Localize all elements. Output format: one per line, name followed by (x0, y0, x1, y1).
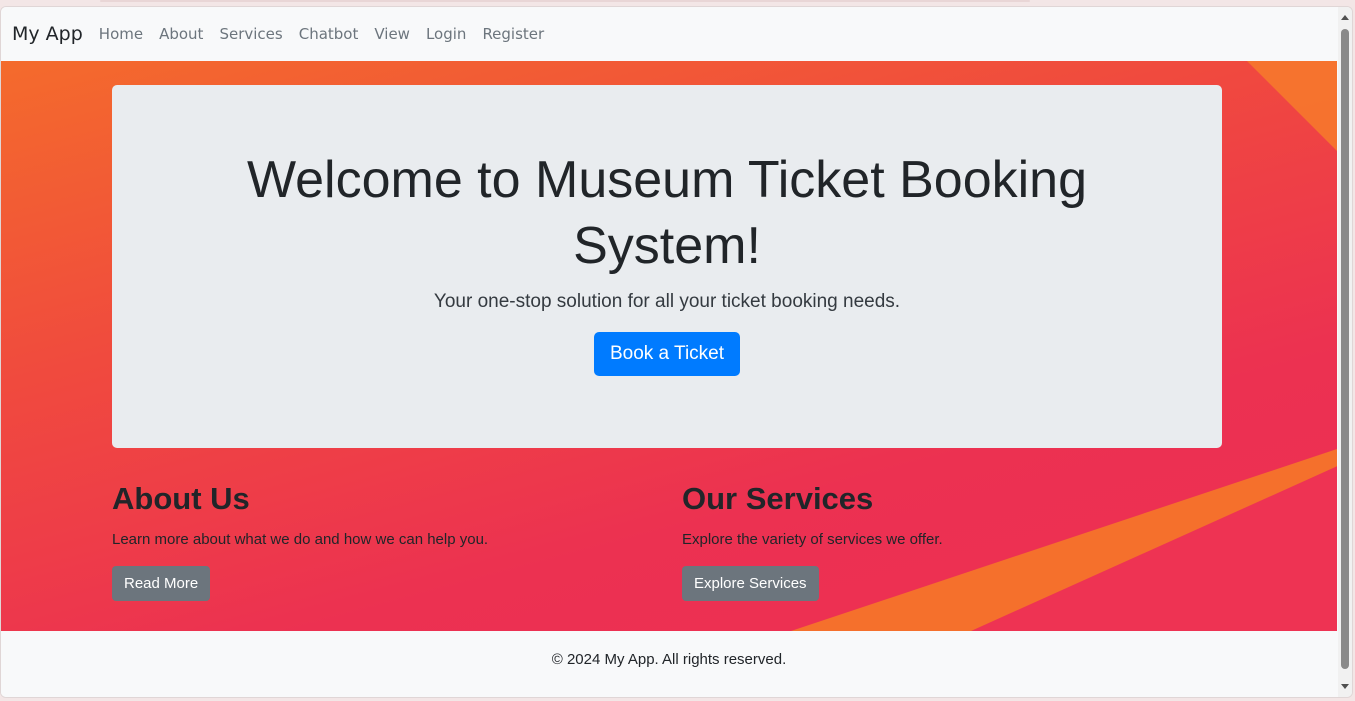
scroll-up-arrow-icon[interactable] (1341, 15, 1349, 20)
browser-top-strip (100, 0, 1030, 2)
read-more-button[interactable]: Read More (112, 566, 211, 601)
nav-link-login[interactable]: Login (426, 25, 466, 43)
page-subtitle: Your one-stop solution for all your tick… (433, 291, 901, 312)
scroll-down-arrow-icon[interactable] (1341, 684, 1349, 689)
hero-section: Welcome to Museum Ticket Booking System!… (1, 61, 1337, 631)
scrollbar-thumb[interactable] (1341, 29, 1349, 669)
nav-link-view[interactable]: View (374, 25, 410, 43)
vertical-scrollbar[interactable] (1338, 7, 1352, 697)
about-section: About Us Learn more about what we do and… (112, 481, 652, 601)
footer: © 2024 My App. All rights reserved. (1, 631, 1337, 697)
services-text: Explore the variety of services we offer… (682, 531, 943, 548)
app-window: My App Home About Services Chatbot View … (0, 6, 1353, 698)
nav-link-chatbot[interactable]: Chatbot (299, 25, 359, 43)
nav-link-home[interactable]: Home (99, 25, 143, 43)
explore-services-button[interactable]: Explore Services (682, 566, 819, 601)
book-ticket-button[interactable]: Book a Ticket (593, 332, 741, 376)
brand-link[interactable]: My App (12, 23, 83, 45)
nav-link-about[interactable]: About (159, 25, 203, 43)
background-shape (1247, 61, 1337, 151)
nav-link-register[interactable]: Register (482, 25, 544, 43)
about-text: Learn more about what we do and how we c… (112, 531, 489, 548)
page-title: Welcome to Museum Ticket Booking System! (246, 151, 1088, 275)
services-heading: Our Services (682, 481, 874, 516)
jumbotron: Welcome to Museum Ticket Booking System!… (112, 85, 1222, 448)
services-section: Our Services Explore the variety of serv… (682, 481, 1222, 601)
navbar: My App Home About Services Chatbot View … (1, 7, 1337, 61)
about-heading: About Us (112, 481, 250, 516)
footer-text: © 2024 My App. All rights reserved. (551, 651, 787, 668)
nav-link-services[interactable]: Services (219, 25, 282, 43)
